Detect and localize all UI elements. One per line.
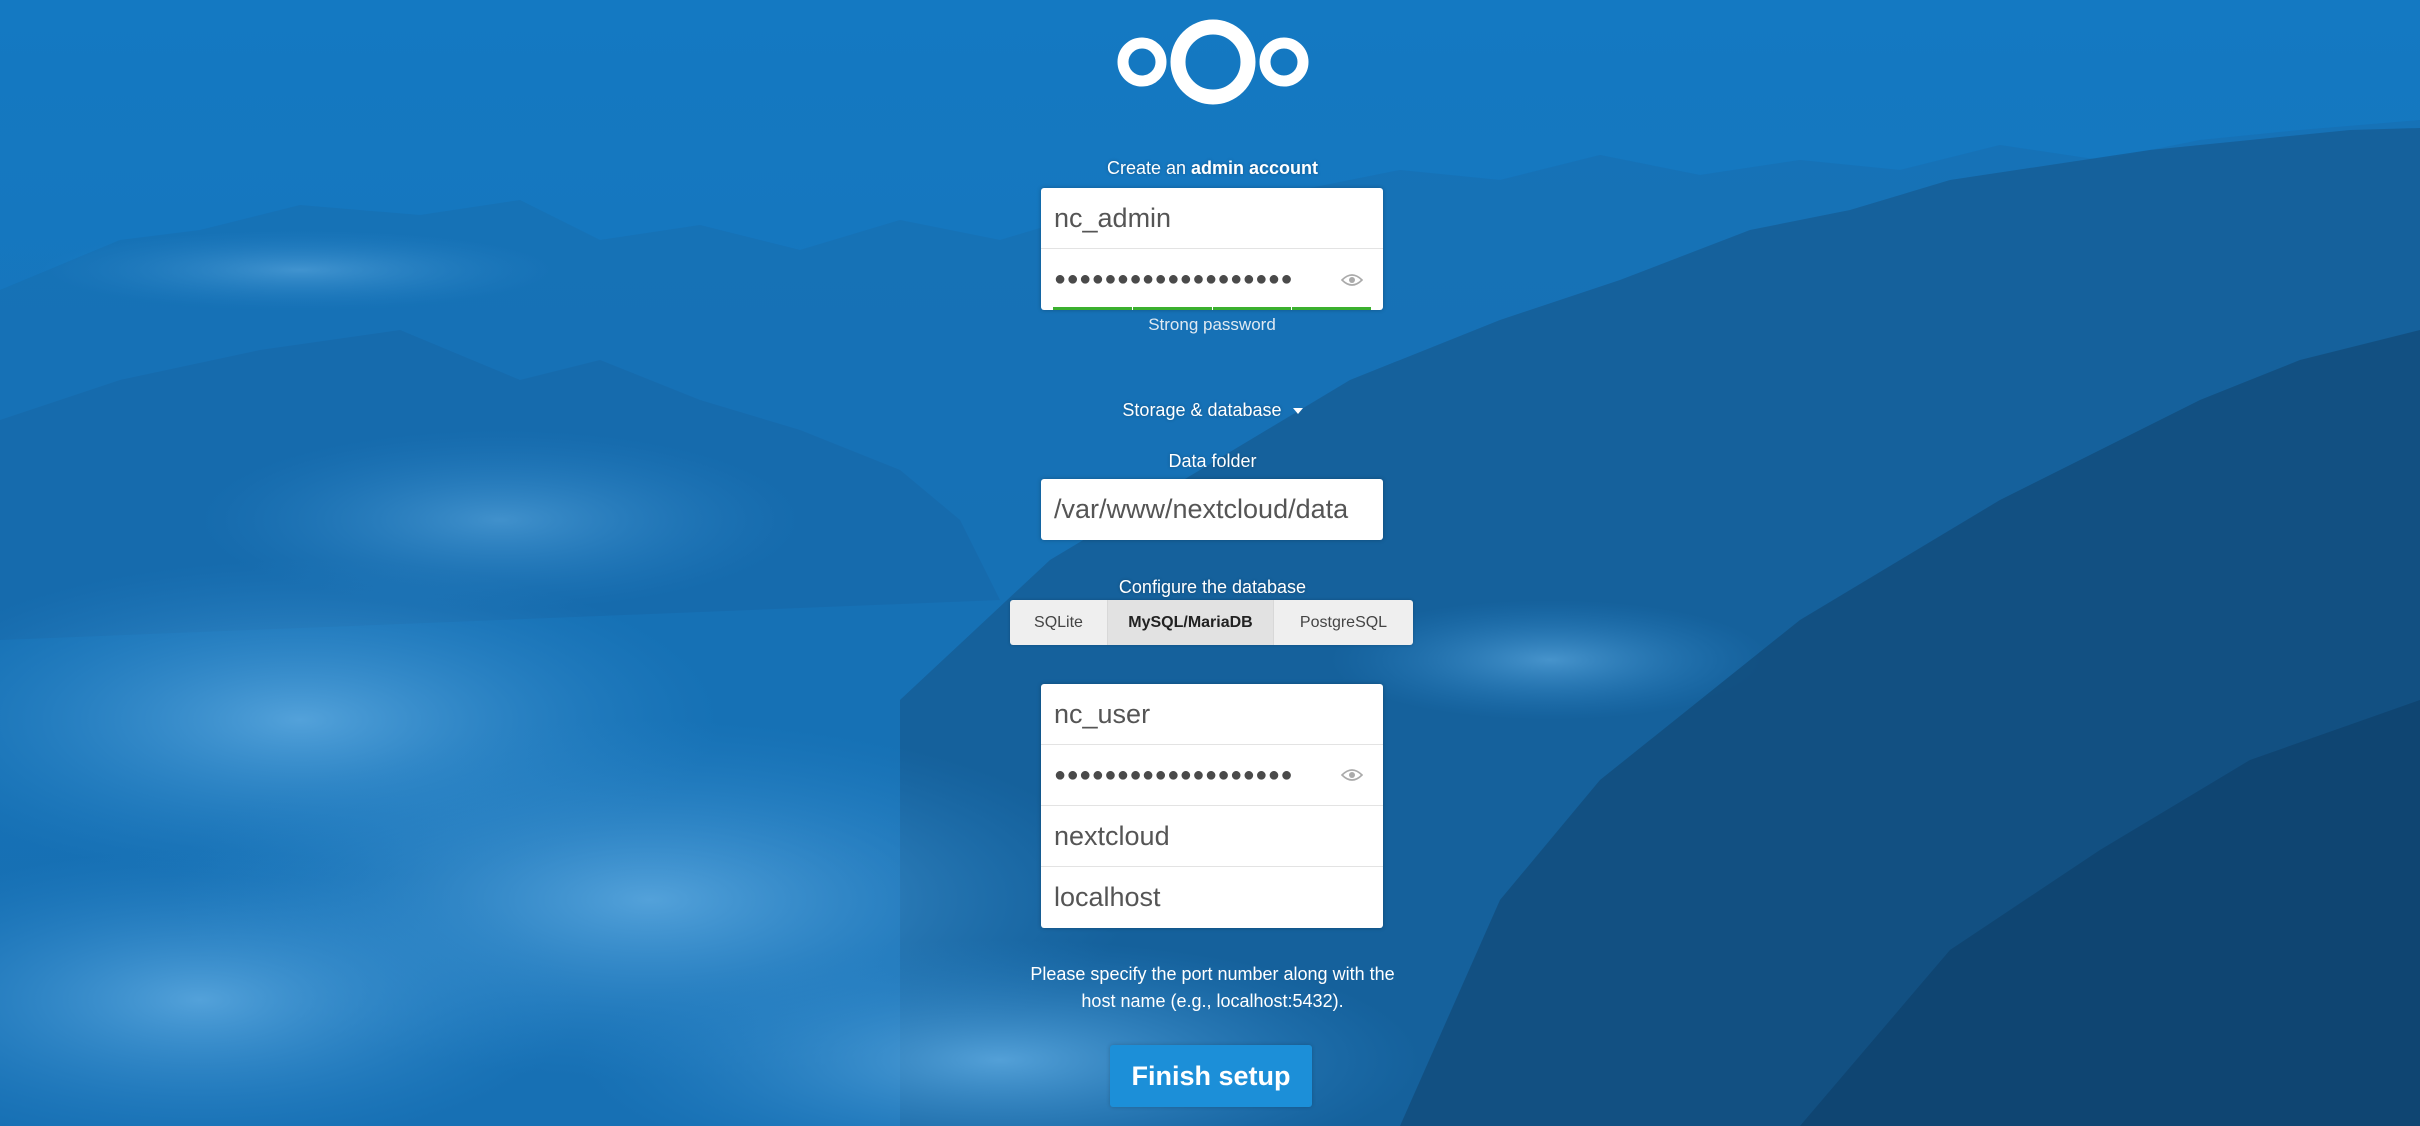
admin-username-value: nc_admin — [1054, 202, 1172, 233]
configure-database-label: Configure the database — [1118, 577, 1307, 597]
data-folder-fields: /var/www/nextcloud/data — [1041, 479, 1383, 540]
admin-username-field[interactable]: nc_admin — [1041, 188, 1383, 249]
nextcloud-logo — [1110, 14, 1316, 110]
database-password-field[interactable]: ●●●●●●●●●●●●●●●●●●● — [1041, 745, 1383, 806]
caret-down-icon — [1292, 408, 1303, 415]
database-host-field[interactable]: localhost — [1041, 867, 1383, 928]
database-user-field[interactable]: nc_user — [1041, 684, 1383, 745]
admin-fields: nc_admin ●●●●●●●●●●●●●●●●●●● — [1041, 188, 1383, 310]
database-user-value: nc_user — [1054, 698, 1151, 729]
tab-sqlite[interactable]: SQLite — [1010, 600, 1108, 645]
port-hint: Please specify the port number along wit… — [990, 961, 1435, 1015]
storage-database-toggle[interactable]: Storage & database — [1010, 400, 1415, 421]
database-host-value: localhost — [1054, 882, 1161, 912]
admin-heading-prefix: Create an — [1106, 158, 1192, 178]
port-hint-line1: Please specify the port number along wit… — [1030, 964, 1395, 984]
eye-icon[interactable] — [1341, 273, 1363, 287]
password-strength-bar — [1053, 307, 1371, 310]
admin-heading: Create an admin account — [1010, 158, 1415, 179]
tab-mysql-mariadb[interactable]: MySQL/MariaDB — [1108, 600, 1274, 645]
database-name-field[interactable]: nextcloud — [1041, 806, 1383, 867]
admin-password-value: ●●●●●●●●●●●●●●●●●●● — [1054, 268, 1294, 290]
tab-postgresql[interactable]: PostgreSQL — [1274, 600, 1413, 645]
database-type-tabs: SQLite MySQL/MariaDB PostgreSQL — [1010, 600, 1413, 645]
data-folder-value: /var/www/nextcloud/data — [1054, 494, 1349, 524]
storage-database-label: Storage & database — [1122, 400, 1282, 420]
database-password-value: ●●●●●●●●●●●●●●●●●●● — [1054, 763, 1294, 786]
password-strength-label: Strong password — [1148, 315, 1276, 334]
database-fields: nc_user ●●●●●●●●●●●●●●●●●●● nextcloud lo… — [1041, 684, 1383, 928]
eye-icon[interactable] — [1341, 768, 1363, 782]
database-name-value: nextcloud — [1054, 820, 1170, 851]
port-hint-line2: host name (e.g., localhost:5432). — [1081, 991, 1344, 1011]
admin-heading-bold: admin account — [1191, 158, 1319, 178]
data-folder-label: Data folder — [1168, 451, 1257, 471]
data-folder-field[interactable]: /var/www/nextcloud/data — [1041, 479, 1383, 540]
admin-password-field[interactable]: ●●●●●●●●●●●●●●●●●●● — [1041, 249, 1383, 310]
finish-setup-button[interactable]: Finish setup — [1110, 1045, 1312, 1107]
